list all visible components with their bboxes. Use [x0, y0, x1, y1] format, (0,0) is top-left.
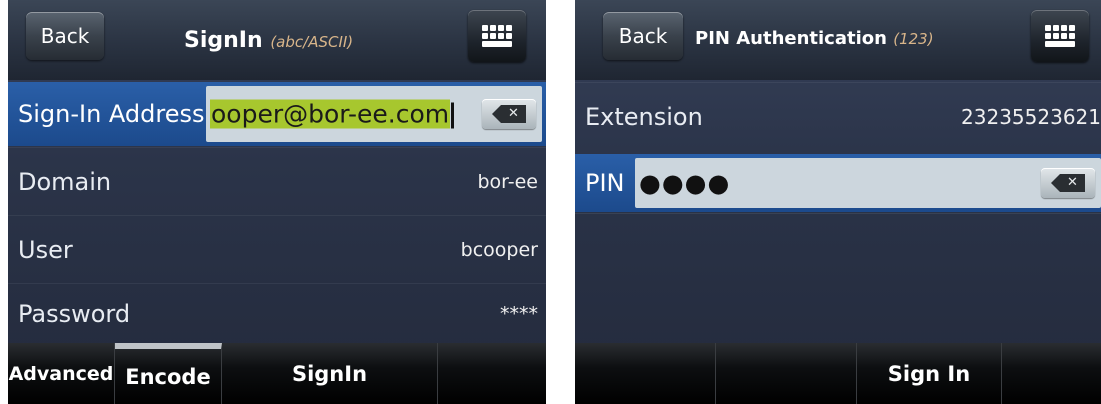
advanced-label: Advanced [8, 362, 114, 385]
password-label: Password [18, 300, 131, 328]
signin-address-label: Sign-In Address [18, 100, 205, 128]
empty-softkey[interactable] [438, 343, 546, 404]
password-row[interactable]: Password **** [8, 283, 546, 344]
pin-value: ●●●● [639, 168, 731, 198]
signin-address-row[interactable]: Sign-In Address ooper@bor-ee.com [8, 82, 546, 146]
pin-auth-screen: Back PIN Authentication (123) Extension … [575, 0, 1101, 404]
signin-address-text: ooper@bor-ee.com [210, 99, 455, 129]
input-mode-label: (abc/ASCII) [270, 33, 354, 51]
title-text: SignIn [184, 28, 263, 53]
user-row[interactable]: User bcooper [8, 215, 546, 284]
keyboard-icon [482, 25, 512, 47]
domain-row[interactable]: Domain bor-ee [8, 147, 546, 216]
softkey-4[interactable] [1002, 343, 1101, 404]
text-caret [451, 102, 455, 129]
back-label: Back [40, 24, 90, 48]
back-button[interactable]: Back [26, 12, 104, 60]
signin-address-input[interactable]: ooper@bor-ee.com [206, 86, 542, 142]
keyboard-button[interactable] [468, 10, 526, 62]
backspace-icon [492, 105, 526, 123]
advanced-softkey[interactable]: Advanced [8, 343, 115, 404]
signin-screen: Back SignIn (abc/ASCII) Sign-In Address … [8, 0, 546, 404]
backspace-button[interactable] [482, 99, 536, 129]
signin-label: SignIn [291, 361, 368, 386]
keyboard-icon [1045, 25, 1075, 47]
softkey-1[interactable] [575, 343, 716, 404]
extension-row: Extension 23235523621 [575, 82, 1101, 151]
backspace-icon [1051, 174, 1085, 192]
domain-value: bor-ee [477, 171, 538, 193]
softkey-bar: Advanced Encode SignIn [8, 343, 546, 404]
empty-area [575, 213, 1101, 344]
encode-label: Encode [125, 364, 211, 389]
sign-in-label: Sign In [887, 361, 971, 386]
pin-input[interactable]: ●●●● [635, 158, 1101, 208]
page-title: PIN Authentication (123) [695, 28, 934, 49]
signin-address-value: ooper@bor-ee.com [210, 99, 451, 129]
title-text: PIN Authentication [695, 28, 887, 49]
back-label: Back [618, 24, 668, 48]
password-value: **** [500, 303, 538, 325]
keyboard-button[interactable] [1031, 10, 1089, 62]
user-label: User [18, 236, 73, 264]
domain-label: Domain [18, 168, 112, 196]
extension-value: 23235523621 [961, 105, 1101, 129]
back-button[interactable]: Back [603, 12, 683, 60]
softkey-bar: Sign In [575, 343, 1101, 404]
extension-label: Extension [585, 103, 703, 131]
pin-row[interactable]: PIN ●●●● [575, 154, 1101, 212]
sign-in-softkey[interactable]: Sign In [857, 343, 1002, 404]
user-value: bcooper [460, 239, 538, 261]
signin-softkey[interactable]: SignIn [222, 343, 438, 404]
encode-softkey[interactable]: Encode [115, 343, 222, 404]
pin-header: Back PIN Authentication (123) [575, 0, 1101, 80]
page-title: SignIn (abc/ASCII) [184, 28, 353, 53]
softkey-2[interactable] [716, 343, 857, 404]
signin-header: Back SignIn (abc/ASCII) [8, 0, 546, 80]
pin-label: PIN [585, 169, 625, 197]
backspace-button[interactable] [1041, 168, 1095, 198]
input-mode-label: (123) [893, 30, 934, 48]
